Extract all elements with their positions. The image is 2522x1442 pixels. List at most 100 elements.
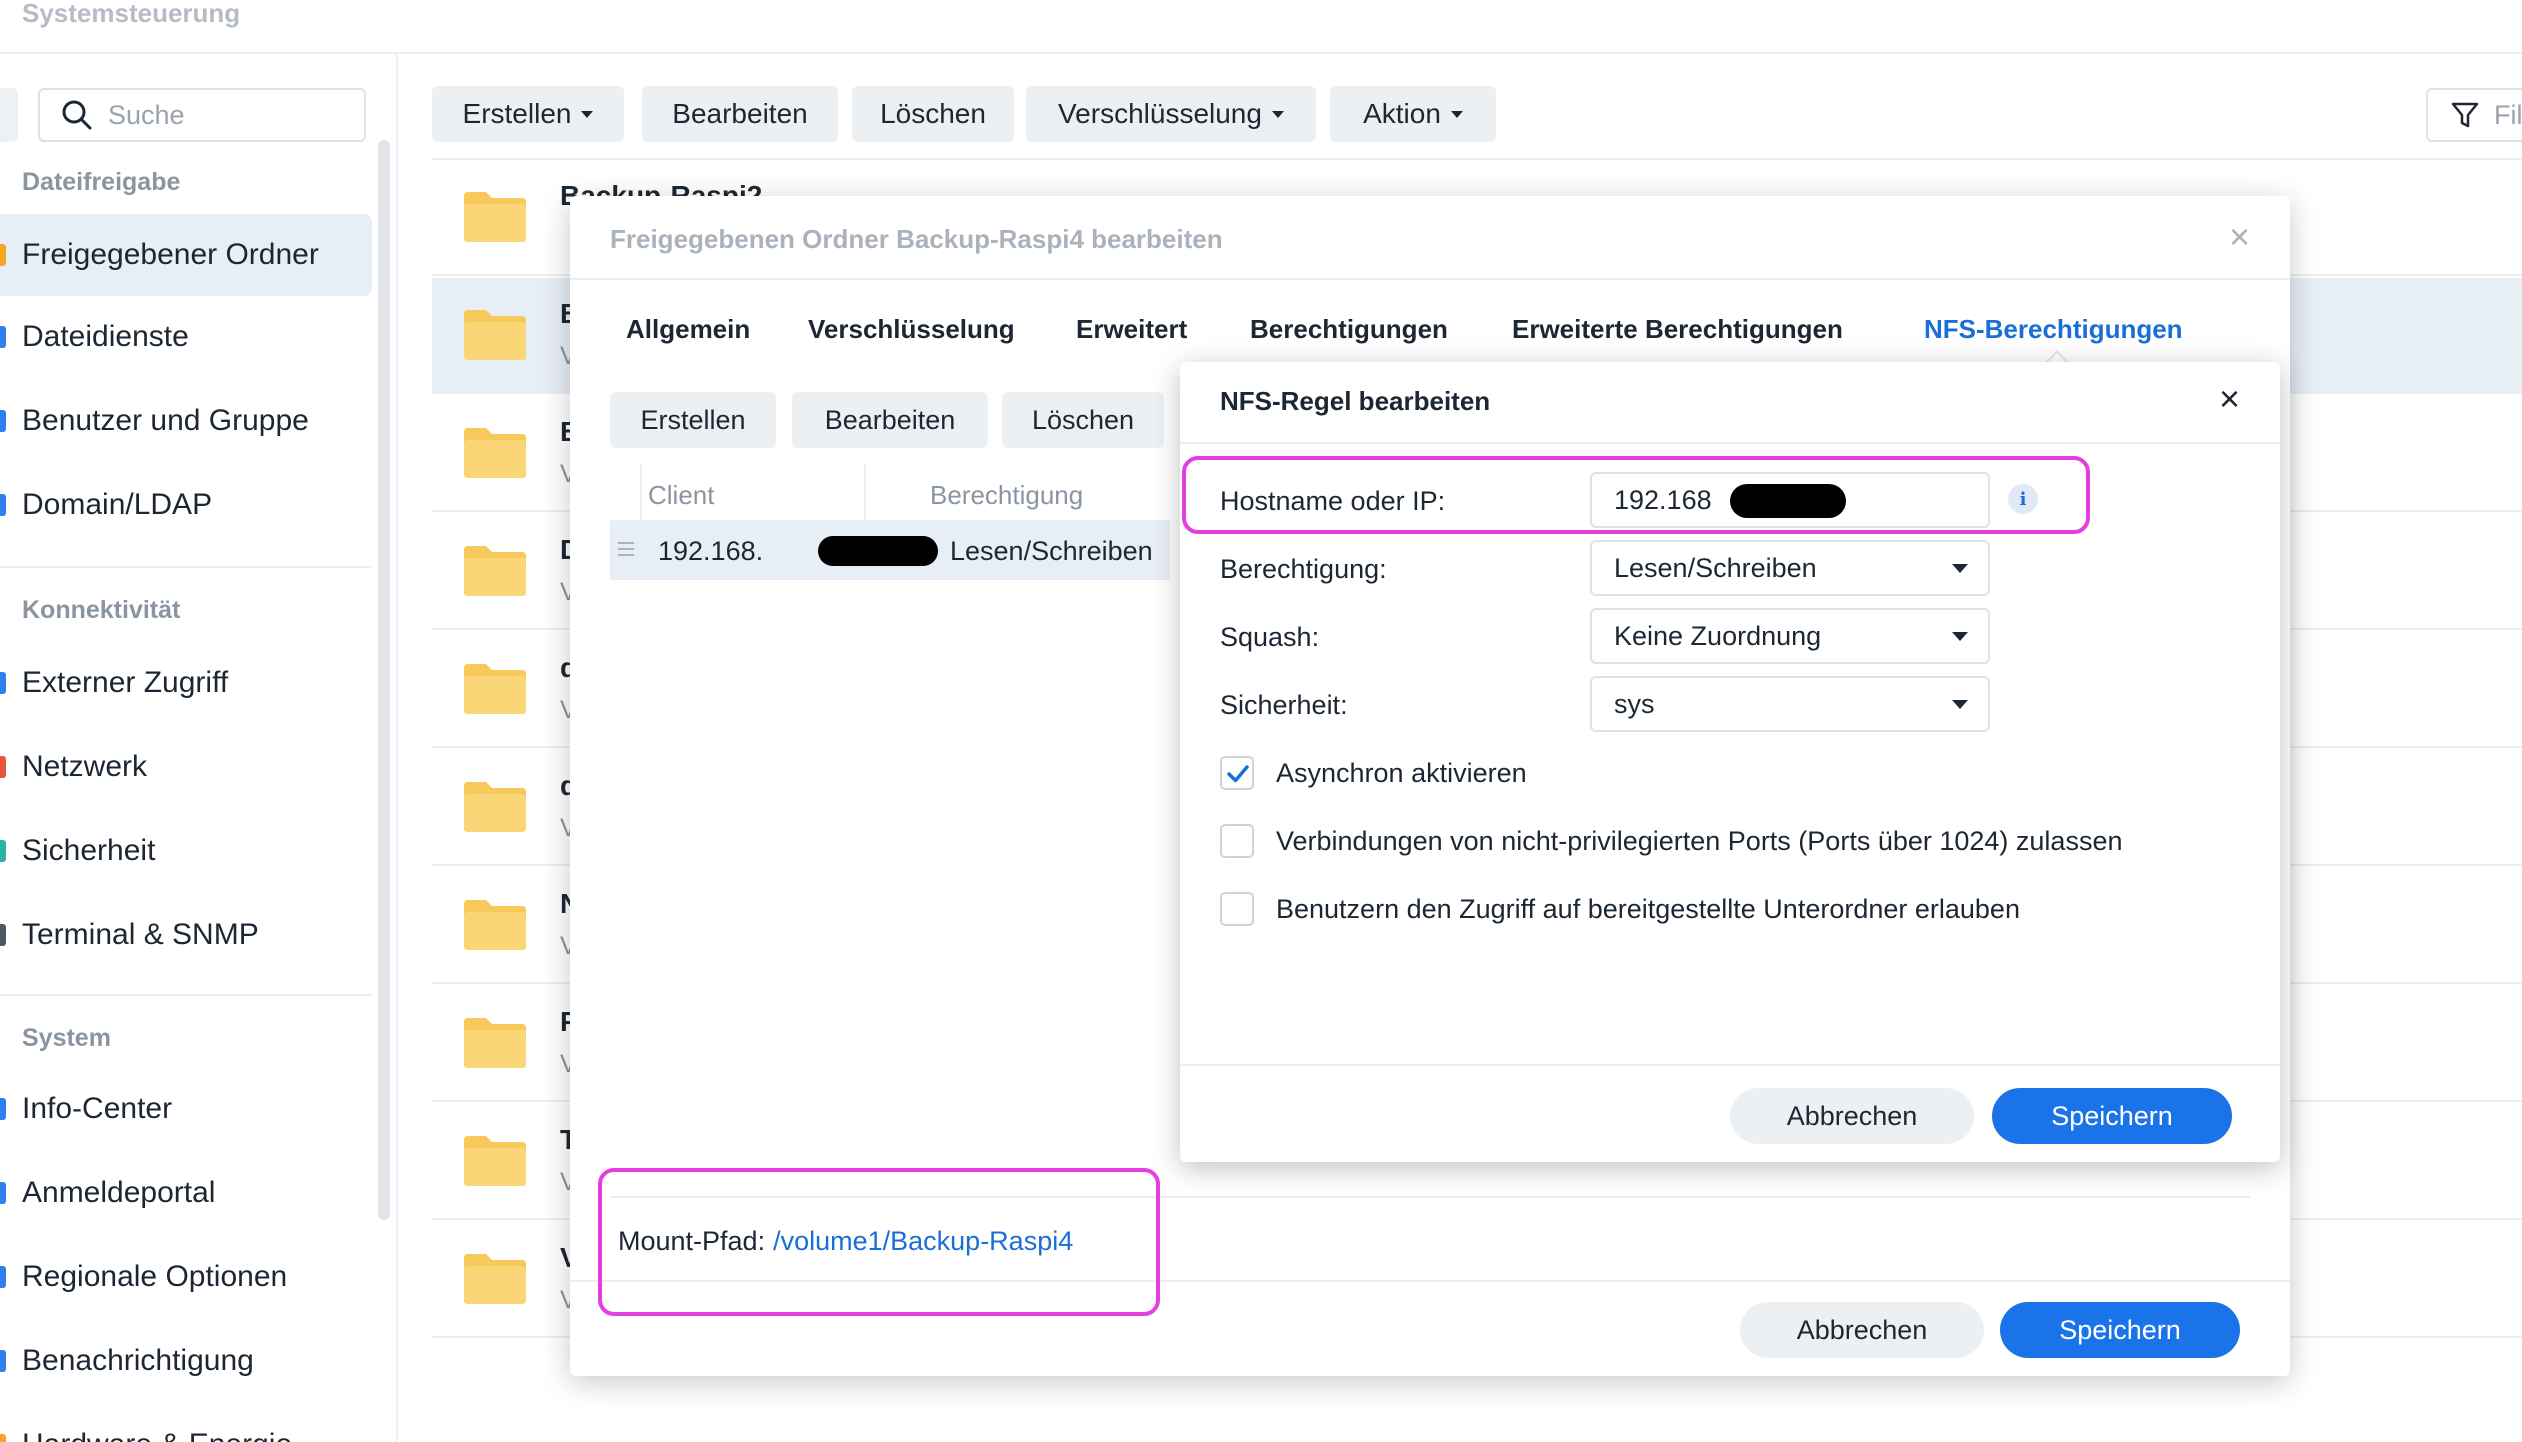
create-label: Erstellen	[462, 98, 572, 129]
sidebar-divider	[0, 566, 372, 568]
users-icon	[0, 410, 6, 432]
nfs-edit-button[interactable]: Bearbeiten	[792, 392, 988, 448]
shield-icon	[0, 840, 6, 862]
main-divider	[396, 54, 398, 1442]
column-client[interactable]: Client	[648, 480, 714, 511]
save-button[interactable]: Speichern	[1992, 1088, 2232, 1144]
nfs-delete-button[interactable]: Löschen	[1002, 392, 1164, 448]
action-menu-button[interactable]: Aktion	[1330, 86, 1496, 142]
cancel-button[interactable]: Abbrechen	[1730, 1088, 1974, 1144]
tab-nfs-permissions[interactable]: NFS-Berechtigungen	[1924, 314, 2183, 345]
column-separator	[640, 464, 642, 522]
dropdown-arrow-icon	[1952, 564, 1968, 573]
sidebar-item-security[interactable]: Sicherheit	[0, 810, 372, 892]
encryption-menu-button[interactable]: Verschlüsselung	[1026, 86, 1316, 142]
folder-icon	[464, 546, 526, 596]
security-selected: sys	[1614, 688, 1655, 719]
sidebar-item-label: Terminal & SNMP	[22, 918, 259, 951]
sidebar-item-file-services[interactable]: Dateidienste	[0, 296, 372, 378]
sidebar-item-label: Anmeldeportal	[22, 1176, 216, 1209]
nonpriv-ports-checkbox[interactable]	[1220, 824, 1254, 858]
nfs-create-button[interactable]: Erstellen	[610, 392, 776, 448]
async-checkbox[interactable]	[1220, 756, 1254, 790]
hardware-icon	[0, 1434, 6, 1442]
sidebar-item-users-groups[interactable]: Benutzer und Gruppe	[0, 380, 372, 462]
create-menu-button[interactable]: Erstellen	[432, 86, 624, 142]
sidebar-item-label: Freigegebener Ordner	[22, 238, 319, 271]
sidebar-item-external-access[interactable]: Externer Zugriff	[0, 642, 372, 724]
action-label: Aktion	[1363, 98, 1441, 129]
folder-icon	[464, 900, 526, 950]
dropdown-arrow-icon	[1952, 700, 1968, 709]
sidebar-item-network[interactable]: Netzwerk	[0, 726, 372, 808]
column-permission[interactable]: Berechtigung	[930, 480, 1083, 511]
client-value: 192.168.	[658, 536, 764, 566]
close-icon[interactable]: ×	[2229, 219, 2250, 255]
sidebar-collapse-handle[interactable]	[0, 88, 18, 142]
squash-label: Squash:	[1220, 622, 1320, 652]
security-select[interactable]: sys	[1590, 676, 1990, 732]
sidebar-item-shared-folder[interactable]: Freigegebener Ordner	[0, 214, 372, 296]
sidebar-item-notification[interactable]: Benachrichtigung	[0, 1320, 372, 1402]
sidebar-divider	[0, 994, 372, 996]
sidebar-item-login-portal[interactable]: Anmeldeportal	[0, 1152, 372, 1234]
search-box[interactable]	[38, 88, 366, 142]
checkmark-icon	[1227, 765, 1249, 783]
cancel-button[interactable]: Abbrechen	[1740, 1302, 1984, 1358]
squash-selected: Keine Zuordnung	[1614, 620, 1822, 651]
squash-select[interactable]: Keine Zuordnung	[1590, 608, 1990, 664]
subfolder-access-checkbox[interactable]	[1220, 892, 1254, 926]
sidebar-item-label: Regionale Optionen	[22, 1260, 288, 1293]
notification-icon	[0, 1350, 6, 1372]
section-system: System	[22, 1024, 111, 1052]
encryption-label: Verschlüsselung	[1058, 98, 1262, 129]
permission-select[interactable]: Lesen/Schreiben	[1590, 540, 1990, 596]
sidebar-item-label: Benachrichtigung	[22, 1344, 254, 1377]
tab-general[interactable]: Allgemein	[626, 314, 750, 345]
sidebar-item-label: Netzwerk	[22, 750, 148, 783]
nfs-rule-row[interactable]: 192.168. Lesen/Schreiben	[610, 522, 1170, 580]
dialog-header-divider	[570, 278, 2290, 280]
sidebar-scrollbar[interactable]	[378, 140, 390, 1220]
dialog-title: NFS-Regel bearbeiten	[1220, 386, 1491, 416]
folder-icon	[464, 782, 526, 832]
login-portal-icon	[0, 1182, 6, 1204]
nonpriv-ports-checkbox-label[interactable]: Verbindungen von nicht-privilegierten Po…	[1276, 826, 2122, 857]
section-connectivity: Konnektivität	[22, 596, 181, 624]
dialog-header-divider	[1180, 442, 2280, 444]
network-icon	[0, 756, 6, 778]
sidebar-item-terminal-snmp[interactable]: Terminal & SNMP	[0, 894, 372, 976]
sidebar-item-regional-options[interactable]: Regionale Optionen	[0, 1236, 372, 1318]
sidebar-item-label: Sicherheit	[22, 834, 156, 867]
chevron-down-icon	[1271, 110, 1284, 118]
sidebar: Dateifreigabe Freigegebener Ordner Datei…	[0, 54, 396, 1442]
filter-field[interactable]: Fil	[2426, 88, 2522, 142]
sidebar-item-domain-ldap[interactable]: Domain/LDAP	[0, 464, 372, 546]
sidebar-item-label: Domain/LDAP	[22, 488, 213, 521]
tab-permissions[interactable]: Berechtigungen	[1250, 314, 1448, 345]
sidebar-item-label: Externer Zugriff	[22, 666, 229, 699]
dialog-title: Freigegebenen Ordner Backup-Raspi4 bearb…	[610, 224, 1223, 254]
save-button[interactable]: Speichern	[2000, 1302, 2240, 1358]
async-checkbox-label[interactable]: Asynchron aktivieren	[1276, 758, 1527, 789]
permission-value: Lesen/Schreiben	[950, 536, 1153, 566]
tab-advanced[interactable]: Erweitert	[1076, 314, 1187, 345]
permission-selected: Lesen/Schreiben	[1614, 552, 1817, 583]
tab-advanced-permissions[interactable]: Erweiterte Berechtigungen	[1512, 314, 1843, 345]
shared-folder-icon	[0, 244, 6, 266]
sidebar-item-hardware-power[interactable]: Hardware & Energie	[0, 1404, 372, 1442]
filter-placeholder: Fil	[2494, 99, 2522, 130]
sidebar-item-info-center[interactable]: Info-Center	[0, 1068, 372, 1150]
tab-encryption[interactable]: Verschlüsselung	[808, 314, 1015, 345]
subfolder-access-checkbox-label[interactable]: Benutzern den Zugriff auf bereitgestellt…	[1276, 894, 2020, 925]
terminal-icon	[0, 924, 6, 946]
edit-button[interactable]: Bearbeiten	[642, 86, 838, 142]
search-input[interactable]	[108, 99, 348, 131]
close-icon[interactable]: ×	[2219, 381, 2240, 417]
folder-icon	[464, 310, 526, 360]
domain-icon	[0, 494, 6, 516]
folder-icon	[464, 1254, 526, 1304]
delete-button[interactable]: Löschen	[852, 86, 1014, 142]
section-file-sharing: Dateifreigabe	[22, 168, 181, 196]
drag-handle-icon[interactable]	[618, 542, 634, 556]
